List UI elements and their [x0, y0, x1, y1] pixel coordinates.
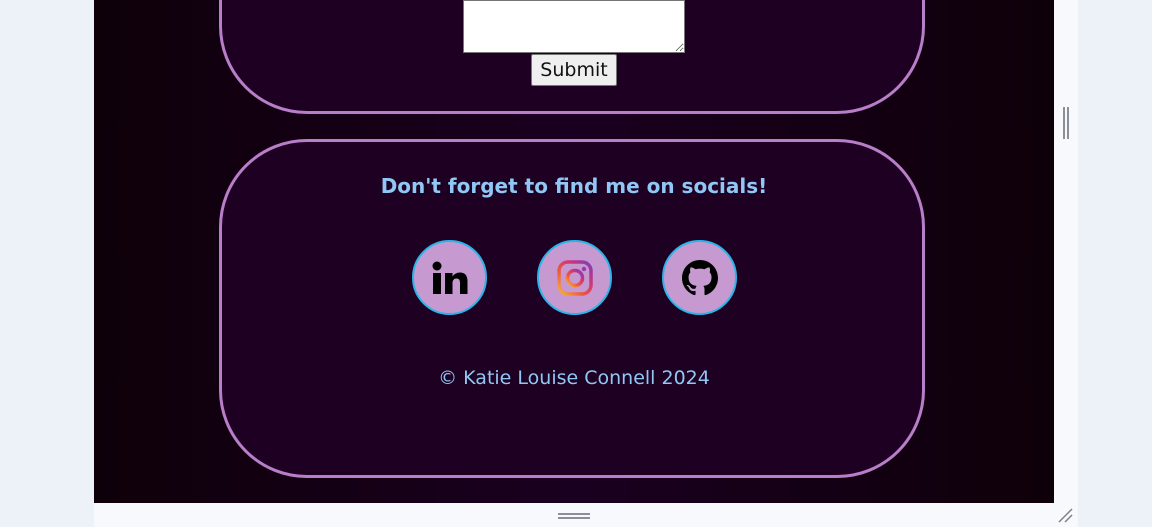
- preview-frame: Submit Don't forget to find me on social…: [94, 0, 1054, 503]
- vertical-resize-handle[interactable]: [1063, 107, 1069, 139]
- socials-heading: Don't forget to find me on socials!: [380, 174, 768, 198]
- resize-grip-icon[interactable]: [1056, 506, 1074, 524]
- message-textarea[interactable]: [463, 0, 685, 53]
- instagram-icon: [556, 259, 593, 296]
- linkedin-link[interactable]: [412, 240, 487, 315]
- instagram-link[interactable]: [537, 240, 612, 315]
- copyright-text: © Katie Louise Connell 2024: [438, 367, 710, 389]
- github-link[interactable]: [662, 240, 737, 315]
- preview-right-rail: [1054, 0, 1078, 527]
- submit-button[interactable]: Submit: [531, 54, 617, 86]
- horizontal-resize-handle[interactable]: [558, 513, 590, 519]
- linkedin-icon: [432, 261, 467, 294]
- github-icon: [681, 259, 718, 295]
